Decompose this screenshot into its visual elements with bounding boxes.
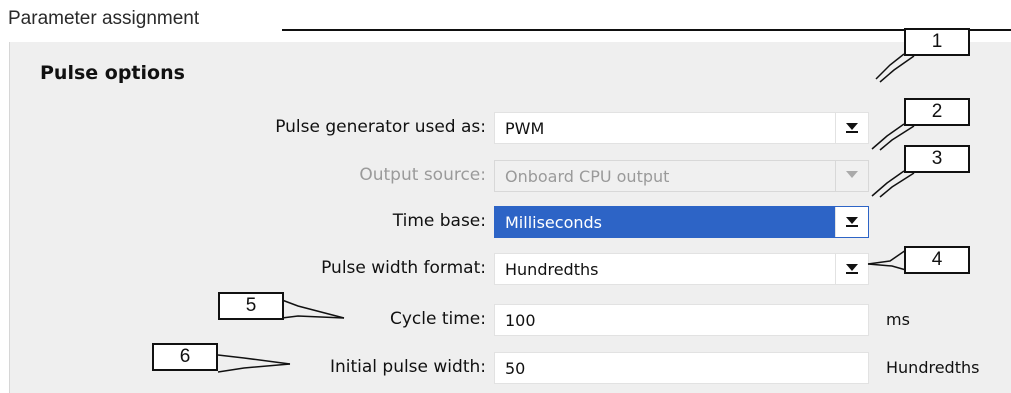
callout-3: 3 bbox=[904, 145, 970, 173]
callout-2: 2 bbox=[904, 98, 970, 126]
callout-1: 1 bbox=[904, 28, 970, 56]
callout-4: 4 bbox=[904, 246, 970, 274]
callout-6: 6 bbox=[152, 343, 218, 371]
callout-leaders bbox=[217, 53, 915, 373]
callout-5: 5 bbox=[218, 292, 284, 320]
